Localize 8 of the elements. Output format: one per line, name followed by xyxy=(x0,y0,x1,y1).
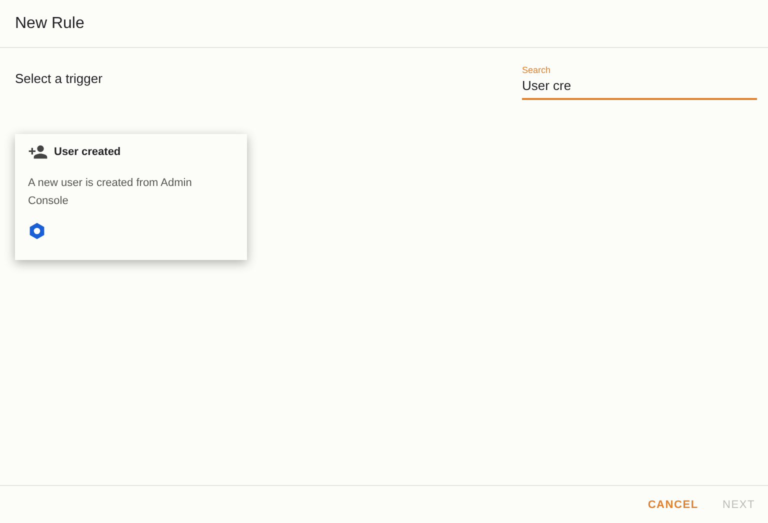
card-title: User created xyxy=(54,146,121,158)
search-field[interactable]: User cre xyxy=(522,75,757,100)
trigger-card[interactable]: User created A new user is created from Admin Console xyxy=(15,134,247,260)
search-label: Search xyxy=(522,65,552,75)
hexagon-icon xyxy=(28,222,46,240)
card-description: A new user is created from Admin Console xyxy=(28,176,193,209)
window-title: New Rule xyxy=(15,14,84,32)
section-label: Select a trigger xyxy=(15,71,102,86)
